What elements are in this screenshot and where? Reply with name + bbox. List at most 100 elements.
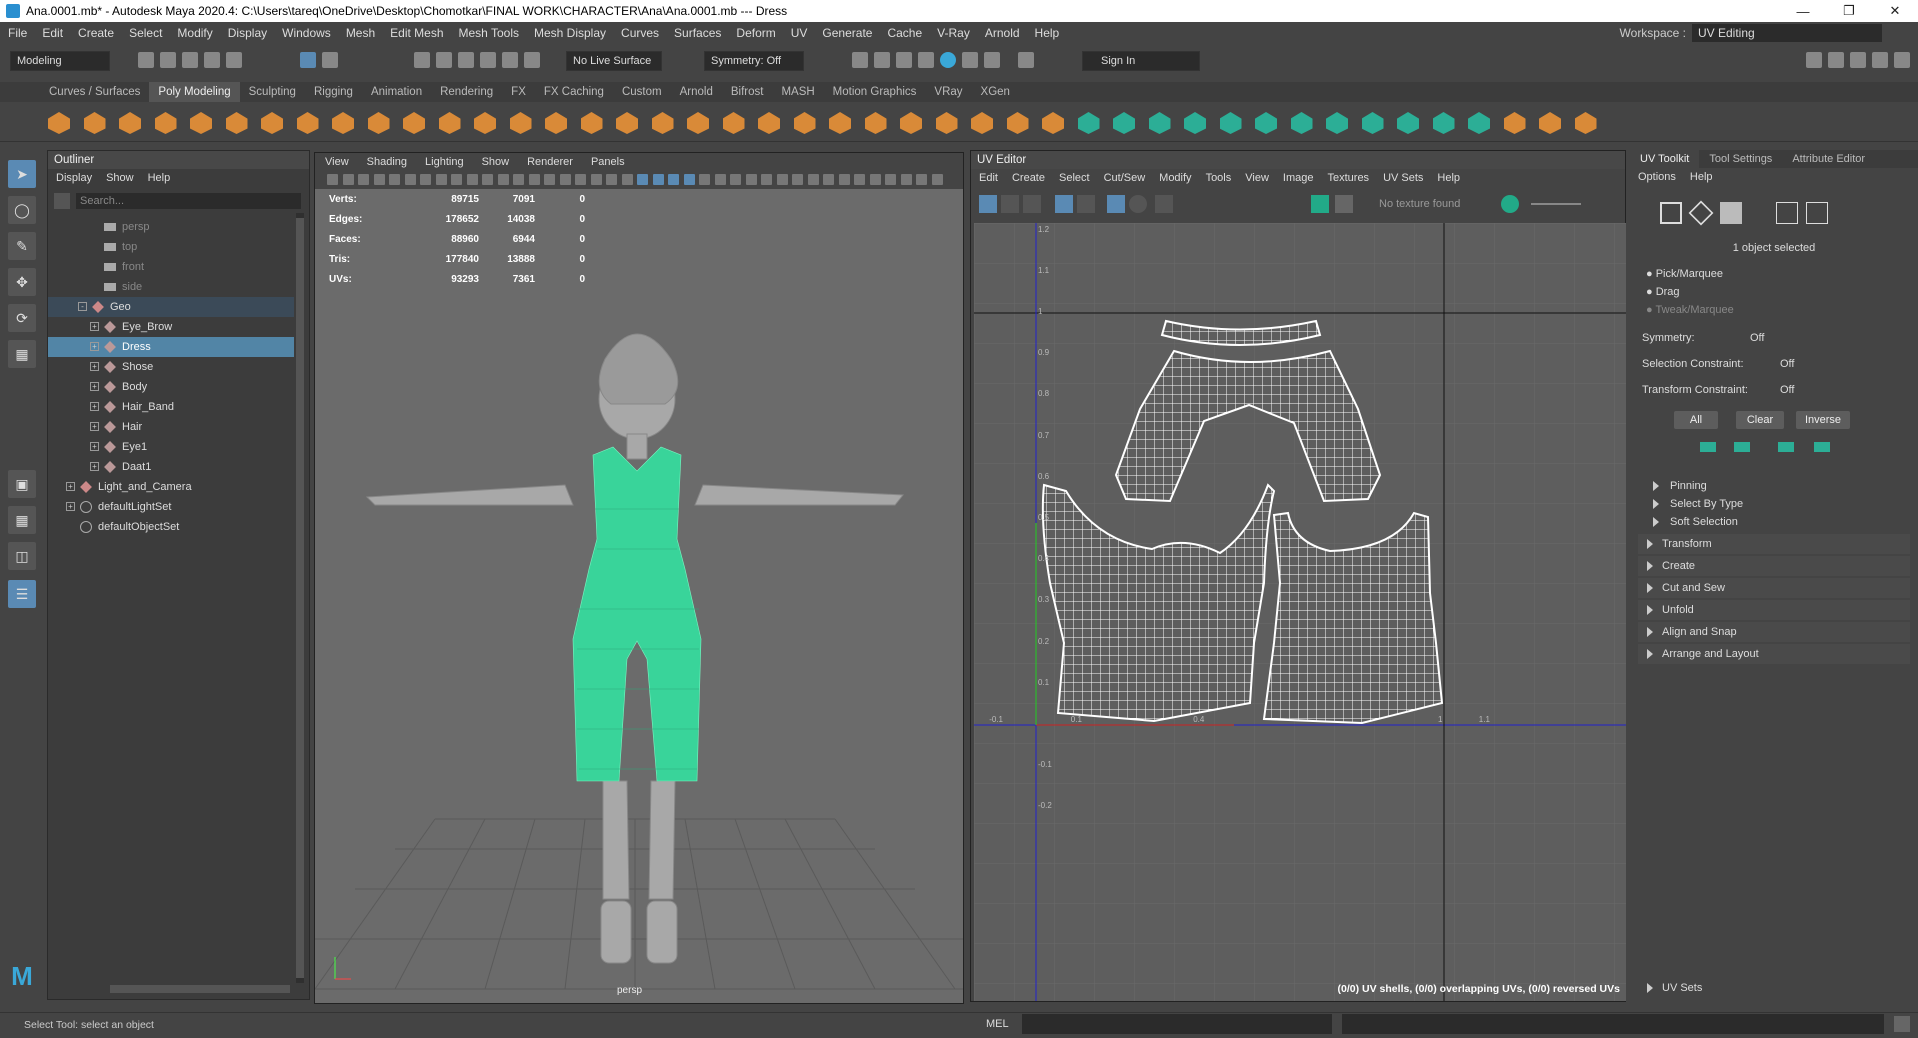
outliner-item-dress[interactable]: + Dress [48,337,294,357]
open-scene-icon[interactable] [160,52,176,68]
layout-icon[interactable] [1255,112,1277,134]
face-mode-icon[interactable] [1720,202,1742,224]
menu-arnold[interactable]: Arnold [985,26,1020,40]
uv-menu-select[interactable]: Select [1059,172,1090,184]
grow-selection-icon[interactable] [1700,442,1716,452]
uv-menu-uv-sets[interactable]: UV Sets [1383,172,1423,184]
shelf-tab-bifrost[interactable]: Bifrost [722,82,773,102]
select-by-component-icon[interactable] [300,52,316,68]
outliner-item-top[interactable]: top [48,237,294,257]
scale-tool-icon[interactable]: ▦ [8,340,36,368]
bool-icon[interactable] [616,112,638,134]
uv-exposure-slider[interactable] [1531,203,1581,205]
uv-editor-icon[interactable] [1042,112,1064,134]
minimize-icon[interactable]: — [1780,0,1826,22]
edge-mode-icon[interactable] [1688,200,1714,226]
viewport-tool-26-icon[interactable] [730,174,741,185]
outliner-search-input[interactable]: Search... [76,193,301,209]
expand-toggle-icon[interactable]: + [90,442,99,451]
perspective-viewport[interactable]: View Shading Lighting Show Renderer Panels [314,152,964,1004]
pause-icon[interactable] [1018,52,1034,68]
menu-deform[interactable]: Deform [736,26,775,40]
viewport-tool-29-icon[interactable] [776,174,788,185]
shrink-selection-icon[interactable] [1734,442,1750,452]
modeling-toolkit-icon[interactable] [1806,52,1822,68]
viewport-tool-14-icon[interactable] [544,174,555,185]
uv-menu-cut-sew[interactable]: Cut/Sew [1104,172,1146,184]
shelf-tab-animation[interactable]: Animation [362,82,431,102]
move-tool-icon[interactable]: ✥ [8,268,36,296]
cylinder-icon[interactable] [119,112,141,134]
viewport-tool-19-icon[interactable] [621,174,633,185]
shelf-tab-sculpting[interactable]: Sculpting [240,82,305,102]
uv-menu-edit[interactable]: Edit [979,172,998,184]
section-transform[interactable]: Transform [1638,534,1910,554]
viewport-menu-shading[interactable]: Shading [367,156,407,168]
snap-grid-icon[interactable] [414,52,430,68]
select-tool-icon[interactable]: ➤ [8,160,36,188]
outliner-item-daat1[interactable]: + Daat1 [48,457,294,477]
uv-texture-icon[interactable] [1077,195,1095,213]
viewport-tool-10-icon[interactable] [482,174,493,185]
menu-v-ray[interactable]: V-Ray [937,26,970,40]
uv-tile-icon[interactable] [1001,195,1019,213]
lasso-tool-icon[interactable]: ◯ [8,196,36,224]
outliner-item-shose[interactable]: + Shose [48,357,294,377]
uv-mode-icon[interactable] [1776,202,1798,224]
sew-uv-icon[interactable] [1326,112,1348,134]
section-pinning[interactable]: Pinning [1644,476,1910,496]
menu-modify[interactable]: Modify [177,26,212,40]
expand-toggle-icon[interactable]: + [66,482,75,491]
outliner-item-persp[interactable]: persp [48,217,294,237]
offset-loop-icon[interactable] [1006,112,1029,134]
redo-icon[interactable] [226,52,242,68]
uv-checker-icon[interactable] [1335,195,1353,213]
menu-uv[interactable]: UV [791,26,808,40]
shelf-tab-arnold[interactable]: Arnold [671,82,722,102]
uv-menu-modify[interactable]: Modify [1159,172,1191,184]
viewport-tool-24-icon[interactable] [699,174,710,185]
section-select-by-type[interactable]: Select By Type [1644,494,1910,514]
rotate-tool-icon[interactable]: ⟳ [8,304,36,332]
soccer-icon[interactable] [332,112,354,134]
bridge-icon[interactable] [722,112,745,134]
outliner-item-body[interactable]: + Body [48,377,294,397]
uv-toolkit-menu-help[interactable]: Help [1690,171,1713,183]
menu-cache[interactable]: Cache [887,26,922,40]
viewport-tool-1-icon[interactable] [342,174,354,185]
render-settings-icon[interactable] [918,52,934,68]
maximize-icon[interactable]: ❐ [1826,0,1872,22]
snap-curve-icon[interactable] [436,52,452,68]
outliner-item-eye-brow[interactable]: + Eye_Brow [48,317,294,337]
menu-edit[interactable]: Edit [42,26,63,40]
outliner-menu-display[interactable]: Display [56,172,92,184]
shelf-tab-mash[interactable]: MASH [772,82,823,102]
straighten-icon[interactable] [1397,112,1419,134]
script-editor-icon[interactable] [1894,1016,1910,1032]
uv-menu-tools[interactable]: Tools [1206,172,1232,184]
viewport-tool-5-icon[interactable] [404,174,416,185]
viewport-scene[interactable] [315,189,963,1003]
shelf-tab-xgen[interactable]: XGen [972,82,1019,102]
expand-toggle-icon[interactable]: + [90,342,99,351]
menu-select[interactable]: Select [129,26,162,40]
section-soft-selection[interactable]: Soft Selection [1644,512,1910,532]
tab-uv-toolkit[interactable]: UV Toolkit [1630,150,1700,168]
outliner-item-side[interactable]: side [48,277,294,297]
menu-surfaces[interactable]: Surfaces [674,26,721,40]
pipe-icon[interactable] [296,112,319,134]
extrude-icon[interactable] [758,112,780,134]
expand-toggle-icon[interactable]: + [90,462,99,471]
selection-constraint-value[interactable]: Off [1780,358,1794,370]
uv-image-icon[interactable] [1311,195,1329,213]
menu-set-dropdown[interactable]: Modeling [10,51,110,71]
select-shortest-icon[interactable] [1814,442,1830,452]
menu-mesh[interactable]: Mesh [346,26,375,40]
multicut-icon[interactable] [935,112,958,134]
expand-toggle-icon[interactable]: - [78,302,87,311]
extract-icon[interactable] [651,112,674,134]
vray-render-icon[interactable] [962,52,978,68]
workspace-selector[interactable]: Workspace : UV Editing [1620,24,1882,42]
viewport-tool-15-icon[interactable] [559,174,571,185]
viewport-tool-32-icon[interactable] [823,174,834,185]
